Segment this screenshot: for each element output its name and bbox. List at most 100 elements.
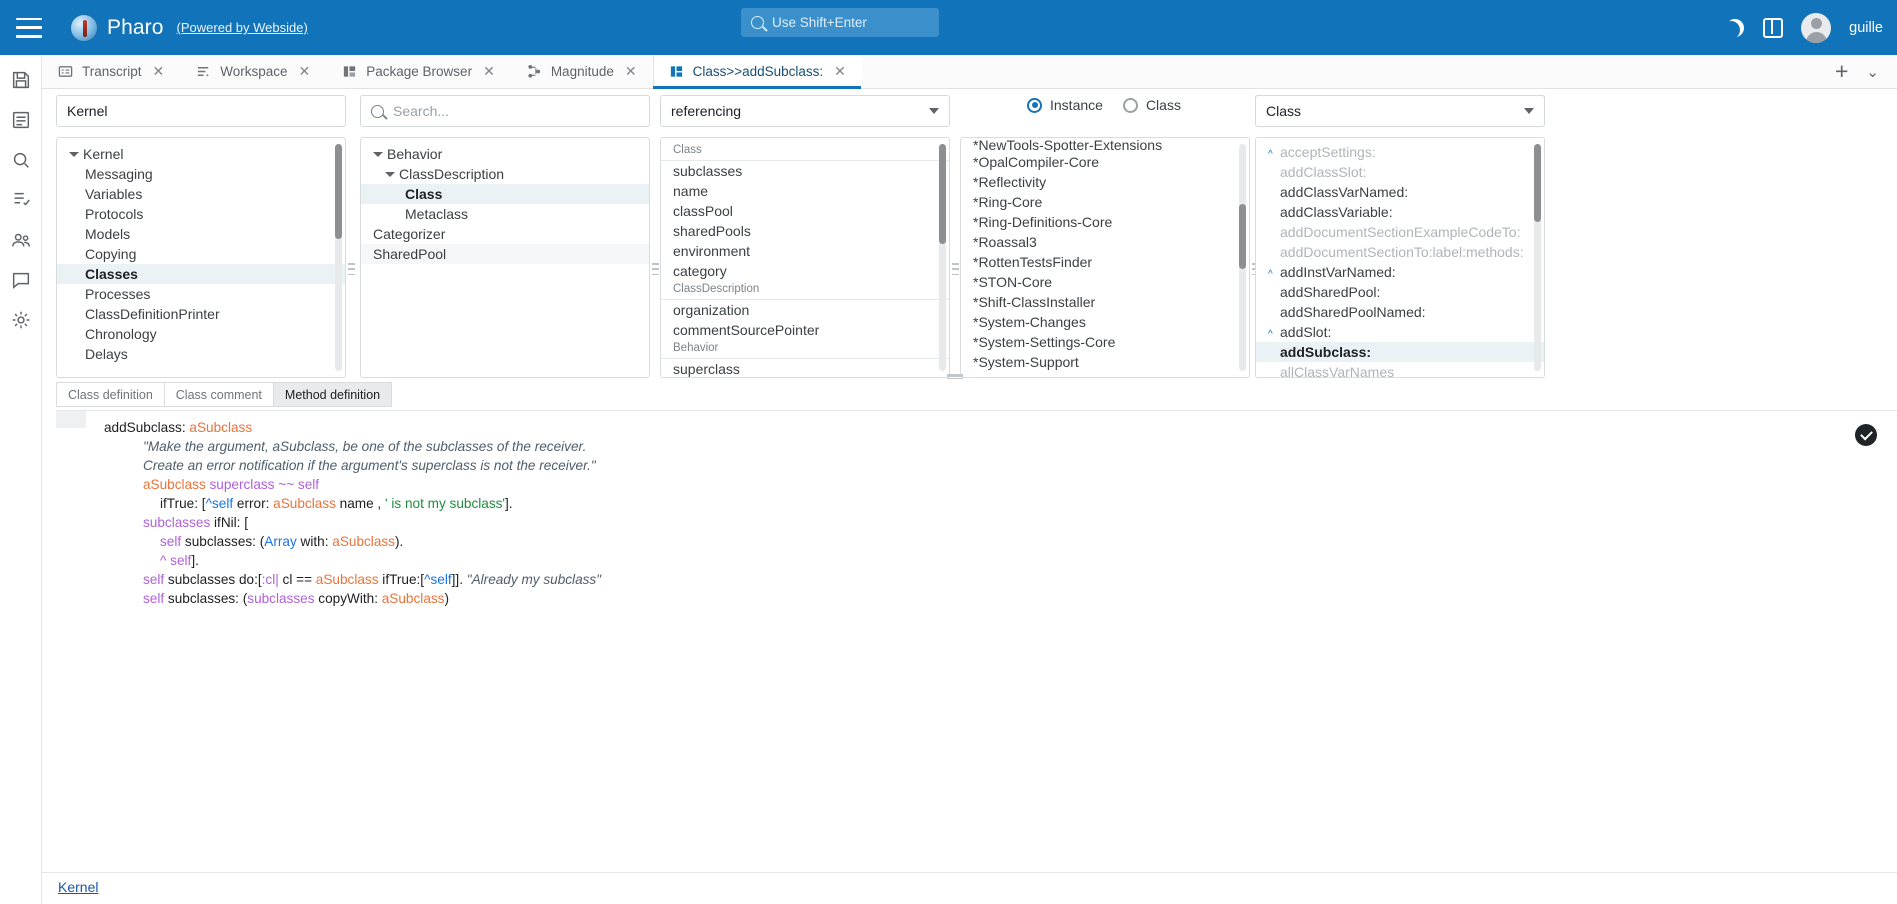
column-resize-handle[interactable] — [652, 263, 659, 275]
tab-class-definition[interactable]: Class definition — [56, 382, 165, 407]
radio-instance[interactable]: Instance — [1027, 97, 1103, 113]
column-resize-handle[interactable] — [952, 263, 959, 275]
list-item[interactable]: ^ acceptSettings: — [1256, 142, 1544, 162]
list-item[interactable]: *System-Changes — [961, 312, 1249, 332]
list-item[interactable]: ^ addInstVarNamed: — [1256, 262, 1544, 282]
list-item[interactable]: Copying — [57, 244, 345, 264]
list-item[interactable]: subclasses — [661, 161, 949, 181]
list-item[interactable]: addDocumentSectionExampleCodeTo: — [1256, 222, 1544, 242]
test-runner-icon[interactable] — [10, 189, 32, 211]
list-item[interactable]: *OpalCompiler-Core — [961, 152, 1249, 172]
list-item[interactable]: *NewTools-Spotter-Extensions — [961, 138, 1249, 152]
list-item[interactable]: environment — [661, 241, 949, 261]
list-item[interactable]: *Shift-ClassInstaller — [961, 292, 1249, 312]
methods-list[interactable]: ^ acceptSettings: addClassSlot: addClassV… — [1256, 138, 1544, 377]
tab-method-definition[interactable]: Method definition — [273, 382, 393, 407]
users-icon[interactable] — [10, 229, 32, 251]
close-icon[interactable]: ✕ — [625, 63, 637, 80]
side-select[interactable]: Class — [1255, 95, 1545, 127]
tab-class-addsubclass[interactable]: Class>>addSubclass: ✕ — [652, 55, 862, 89]
radio-class[interactable]: Class — [1122, 97, 1181, 113]
list-item[interactable]: Processes — [57, 284, 345, 304]
chat-icon[interactable] — [10, 269, 32, 291]
list-item[interactable]: *Roassal3 — [961, 232, 1249, 252]
scrollbar-thumb[interactable] — [1534, 144, 1541, 222]
chevron-down-icon[interactable]: ⌄ — [1866, 63, 1879, 81]
list-item[interactable]: ClassDescription — [361, 164, 649, 184]
hamburger-icon[interactable] — [16, 17, 42, 38]
scrollbar-track[interactable] — [939, 144, 946, 371]
close-icon[interactable]: ✕ — [483, 63, 495, 80]
package-tree[interactable]: Kernel Messaging Variables Protocols Mod… — [57, 138, 345, 377]
list-item[interactable]: ^ addSlot: — [1256, 322, 1544, 342]
list-item[interactable]: Kernel — [57, 144, 345, 164]
list-item[interactable]: organization — [661, 300, 949, 320]
list-item[interactable]: superclass — [661, 359, 949, 377]
list-item[interactable]: *System-Support — [961, 352, 1249, 372]
list-item-selected[interactable]: Classes — [57, 264, 345, 284]
list-item[interactable]: name — [661, 181, 949, 201]
avatar[interactable] — [1801, 12, 1832, 43]
list-item[interactable]: sharedPools — [661, 221, 949, 241]
list-item[interactable]: *Ring-Core — [961, 192, 1249, 212]
list-item[interactable]: addClassVariable: — [1256, 202, 1544, 222]
list-item[interactable]: SharedPool — [361, 244, 649, 264]
tab-class-comment[interactable]: Class comment — [164, 382, 274, 407]
powered-by-link[interactable]: (Powered by Webside) — [177, 20, 308, 35]
tab-transcript[interactable]: Transcript ✕ — [42, 55, 180, 88]
list-item[interactable]: Variables — [57, 184, 345, 204]
list-item[interactable]: Models — [57, 224, 345, 244]
list-item[interactable]: Protocols — [57, 204, 345, 224]
close-icon[interactable]: ✕ — [299, 63, 311, 80]
list-item[interactable]: *Ring-Definitions-Core — [961, 212, 1249, 232]
list-item[interactable]: addSharedPool: — [1256, 282, 1544, 302]
add-tab-button[interactable]: + — [1835, 60, 1848, 83]
class-search-input[interactable]: Search... — [360, 95, 650, 127]
close-icon[interactable]: ✕ — [834, 63, 846, 80]
tab-package-browser[interactable]: Package Browser ✕ — [326, 55, 511, 88]
list-item[interactable]: *RottenTestsFinder — [961, 252, 1249, 272]
accept-check-icon[interactable] — [1855, 424, 1877, 446]
tab-magnitude[interactable]: Magnitude ✕ — [511, 55, 653, 88]
split-pane-icon[interactable] — [1763, 17, 1784, 38]
package-filter-input[interactable]: Kernel — [56, 95, 346, 127]
code-area[interactable]: addSubclass: aSubclass "Make the argument… — [56, 410, 1897, 700]
book-icon[interactable] — [10, 109, 32, 131]
list-item[interactable]: allClassVarNames — [1256, 362, 1544, 377]
scrollbar-track[interactable] — [335, 144, 342, 371]
list-item[interactable]: Messaging — [57, 164, 345, 184]
list-item[interactable]: ClassDefinitionPrinter — [57, 304, 345, 324]
gear-icon[interactable] — [10, 309, 32, 331]
list-item-selected[interactable]: addSubclass: — [1256, 342, 1544, 362]
scrollbar-thumb[interactable] — [1239, 204, 1246, 269]
status-link[interactable]: Kernel — [58, 879, 98, 895]
list-item[interactable]: *STON-Core — [961, 272, 1249, 292]
list-item[interactable]: addClassVarNamed: — [1256, 182, 1544, 202]
category-select[interactable]: referencing — [660, 95, 950, 127]
variables-list[interactable]: Class subclasses name classPool sharedPo… — [661, 138, 949, 377]
scrollbar-track[interactable] — [1534, 144, 1541, 371]
list-item[interactable]: Categorizer — [361, 224, 649, 244]
categories-list[interactable]: *NewTools-Spotter-Extensions *OpalCompil… — [961, 138, 1249, 377]
moon-icon[interactable] — [1725, 18, 1745, 38]
list-item[interactable]: addSharedPoolNamed: — [1256, 302, 1544, 322]
close-icon[interactable]: ✕ — [153, 63, 165, 80]
search-icon[interactable] — [10, 149, 32, 171]
column-resize-handle[interactable] — [348, 263, 355, 275]
class-tree[interactable]: Behavior ClassDescription Class Metaclas… — [361, 138, 649, 377]
pane-resize-handle[interactable] — [947, 374, 963, 379]
list-item[interactable]: addClassSlot: — [1256, 162, 1544, 182]
save-icon[interactable] — [10, 69, 32, 91]
global-search-input[interactable]: Use Shift+Enter — [741, 8, 939, 37]
scrollbar-thumb[interactable] — [335, 144, 342, 239]
list-item[interactable]: Chronology — [57, 324, 345, 344]
list-item[interactable]: classPool — [661, 201, 949, 221]
scrollbar-thumb[interactable] — [939, 144, 946, 244]
list-item[interactable]: addDocumentSectionTo:label:methods: — [1256, 242, 1544, 262]
list-item[interactable]: *System-Settings-Core — [961, 332, 1249, 352]
list-item[interactable]: Behavior — [361, 144, 649, 164]
scrollbar-track[interactable] — [1239, 144, 1246, 371]
list-item[interactable]: Metaclass — [361, 204, 649, 224]
list-item[interactable]: commentSourcePointer — [661, 320, 949, 340]
list-item[interactable]: *Reflectivity — [961, 172, 1249, 192]
